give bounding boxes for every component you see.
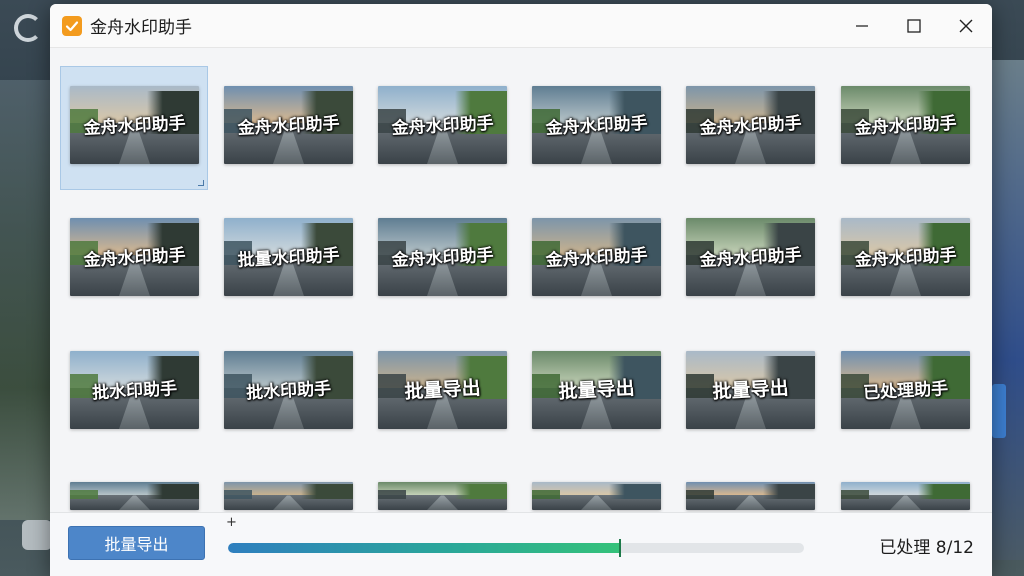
thumbnail-scene	[532, 482, 661, 510]
thumbnail-image[interactable]: 金舟水印助手	[224, 86, 353, 164]
thumbnail-image[interactable]: 金舟水印助手	[378, 218, 507, 296]
thumbnail-image[interactable]	[70, 482, 199, 510]
plus-icon: +	[226, 515, 237, 530]
app-window: 金舟水印助手 金舟水印助手 金舟水印助手 金舟水印助手 金舟水印助手 金舟水印助手 金舟水…	[50, 4, 992, 576]
thumbnail-image[interactable]: 金舟水印助手	[841, 218, 970, 296]
thumbnail-image[interactable]: 金舟水印助手	[686, 218, 815, 296]
thumbnail-image[interactable]: 金舟水印助手	[70, 86, 199, 164]
thumbnail-image[interactable]: 批量导出	[378, 351, 507, 429]
background-button	[22, 520, 52, 550]
thumbnail-image[interactable]	[532, 482, 661, 510]
minimize-button[interactable]	[836, 4, 888, 47]
batch-export-button[interactable]: 批量导出	[68, 526, 205, 560]
background-panel-right	[992, 60, 1024, 560]
thumbnail-image[interactable]	[686, 482, 815, 510]
thumbnail-image[interactable]: 批量导出	[686, 351, 815, 429]
background-tab	[992, 384, 1006, 438]
thumbnail-image[interactable]: 批水印助手	[224, 351, 353, 429]
background-logo-icon	[14, 14, 42, 42]
window-controls	[836, 4, 992, 47]
thumbnail-image[interactable]: 已处理助手	[841, 351, 970, 429]
thumbnail-image[interactable]: 金舟水印助手	[532, 86, 661, 164]
thumbnail-image[interactable]: 金舟水印助手	[70, 218, 199, 296]
thumbnail-image[interactable]	[224, 482, 353, 510]
thumbnail-image[interactable]: 批量水印助手	[224, 218, 353, 296]
thumbnail-image[interactable]: 批水印助手	[70, 351, 199, 429]
thumbnail-image[interactable]	[378, 482, 507, 510]
processed-status: 已处理 8/12	[879, 538, 974, 558]
thumbnail-image[interactable]: 金舟水印助手	[686, 86, 815, 164]
progress-handle	[618, 539, 621, 557]
thumbnail-image[interactable]: 金舟水印助手	[378, 86, 507, 164]
resize-grip-icon	[198, 180, 204, 186]
thumbnail-scene	[224, 482, 353, 510]
checkbox-logo-icon	[62, 15, 82, 36]
thumbnail-grid: 金舟水印助手 金舟水印助手 金舟水印助手 金舟水印助手 金舟水印助手 金舟水印助手 金舟水印…	[50, 48, 992, 512]
window-title: 金舟水印助手	[90, 18, 192, 38]
thumbnail-scene	[686, 482, 815, 510]
footer-bar: 批量导出 + 已处理 8/12	[50, 512, 992, 576]
thumbnail-scene	[70, 482, 199, 510]
thumbnail-image[interactable]: 批量导出	[532, 351, 661, 429]
close-icon	[959, 19, 973, 32]
maximize-icon	[907, 18, 921, 33]
minimize-icon	[856, 24, 868, 27]
background-panel-left	[0, 80, 50, 520]
thumbnail-scene	[378, 482, 507, 510]
thumbnail-scene	[841, 482, 970, 510]
close-button[interactable]	[940, 4, 992, 47]
progress-fill	[228, 543, 620, 553]
title-bar: 金舟水印助手	[50, 4, 992, 48]
maximize-button[interactable]	[888, 4, 940, 47]
thumbnail-image[interactable]	[841, 482, 970, 510]
thumbnail-image[interactable]: 金舟水印助手	[532, 218, 661, 296]
thumbnail-image[interactable]: 金舟水印助手	[841, 86, 970, 164]
progress-bar	[228, 543, 804, 553]
